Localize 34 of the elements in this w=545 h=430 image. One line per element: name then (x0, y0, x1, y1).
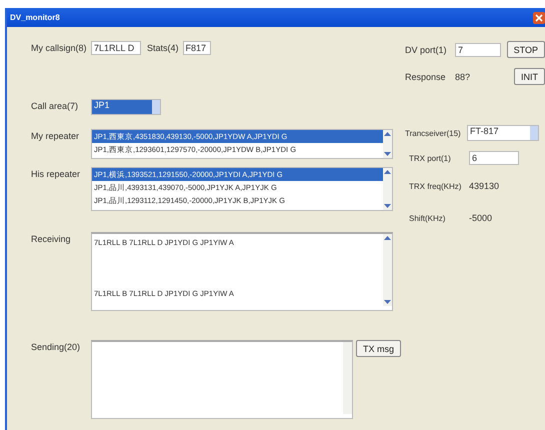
dv-port-field[interactable]: 7 (455, 42, 501, 56)
field-label: Sending(20) (31, 341, 82, 352)
stats-field[interactable]: F817 (182, 41, 211, 55)
sending-text-area[interactable] (91, 340, 353, 419)
field-label: My repeater (31, 130, 80, 141)
tx-message-button[interactable]: TX msg (356, 340, 401, 357)
field-label: Shift(KHz) (409, 214, 446, 222)
scroll-up-icon[interactable] (384, 169, 391, 175)
scroll-down-icon[interactable] (384, 203, 391, 209)
scroll-up-icon[interactable] (384, 131, 391, 137)
field-label: Call area(7) (31, 100, 80, 111)
scroll-up-icon[interactable] (384, 235, 391, 241)
transceiver-dropdown[interactable]: FT-817 (467, 125, 539, 141)
shift-value: -5000 (469, 213, 494, 223)
field-label: DV port(1) (405, 44, 448, 54)
call-area-dropdown[interactable]: JP1 (91, 99, 161, 115)
field-label: Response (405, 72, 447, 82)
init-button[interactable]: INIT (514, 68, 545, 85)
field-label: His repeater (31, 168, 82, 179)
callsign-field[interactable]: 7L1RLL D (91, 41, 141, 55)
frequency-value: 439130 (469, 181, 500, 191)
stop-button[interactable]: STOP (506, 41, 545, 58)
field-label: Trancseiver(15) (405, 128, 462, 138)
window-title: DV_monitor8 (10, 13, 60, 22)
scroll-down-icon[interactable] (384, 299, 391, 305)
field-label: Stats(4) (147, 43, 179, 53)
trx-port-field[interactable]: 6 (469, 151, 519, 165)
field-label: Receiving (31, 233, 72, 244)
field-label: TRX freq(KHz) (409, 182, 462, 190)
close-icon[interactable] (533, 12, 545, 24)
field-label: TRX port(1) (409, 154, 452, 162)
response-value: 88? (455, 72, 472, 82)
scroll-down-icon[interactable] (384, 151, 391, 157)
field-label: My callsign(8) (31, 42, 88, 53)
